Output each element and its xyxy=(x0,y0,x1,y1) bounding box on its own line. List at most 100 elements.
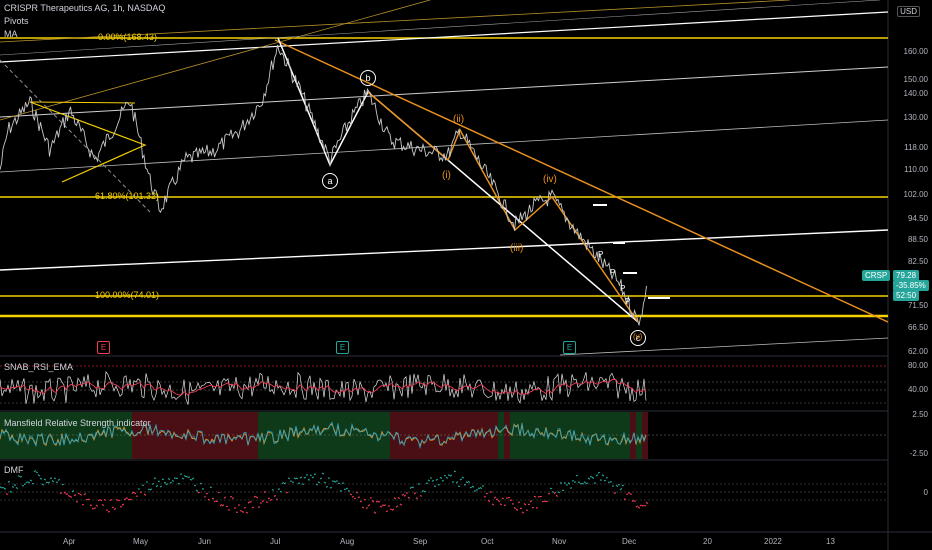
mansfield-band xyxy=(396,412,402,459)
mansfield-pane-title[interactable]: Mansfield Relative Strength indicator xyxy=(4,418,151,428)
mansfield-band xyxy=(312,412,318,459)
pivot-marker: P xyxy=(625,297,631,306)
price-axis-label: 110.00 xyxy=(904,165,928,174)
mansfield-band xyxy=(348,412,354,459)
channel-line-mid2[interactable] xyxy=(0,119,889,173)
channel-line-bottom[interactable] xyxy=(559,337,889,356)
wave-v-label: (v) xyxy=(633,332,643,341)
time-axis-label: Aug xyxy=(340,537,355,546)
triangle-upper[interactable] xyxy=(29,101,136,104)
mansfield-band xyxy=(510,412,516,459)
main-chart[interactable] xyxy=(0,0,932,550)
time-axis-label: 13 xyxy=(826,537,835,546)
mansfield-band xyxy=(318,412,324,459)
price-axis-label: 71.50 xyxy=(907,301,928,310)
mansfield-band xyxy=(300,412,306,459)
rsi-pane-title[interactable]: SNAB_RSI_EMA xyxy=(4,362,73,372)
rsi-axis-label: 80.00 xyxy=(907,361,928,370)
chart-window: CRISPR Therapeutics AG, 1h, NASDAQ Pivot… xyxy=(0,0,932,550)
wave-iii-label: (iii) xyxy=(510,243,524,254)
currency-badge[interactable]: USD xyxy=(897,6,920,17)
mansfield-band xyxy=(498,412,504,459)
channel-line-mid[interactable] xyxy=(0,66,889,118)
dmf-pane-title[interactable]: DMF xyxy=(4,465,24,475)
mansfield-band xyxy=(234,412,240,459)
fib-0-label: 0.00%(168.43) xyxy=(98,32,158,42)
time-axis-label: Jul xyxy=(270,537,281,546)
time-axis-label: 20 xyxy=(703,537,712,546)
price-axis-label: 102.00 xyxy=(903,190,928,199)
earnings-badge[interactable]: E xyxy=(336,341,349,354)
price-axis-label: 118.00 xyxy=(904,143,928,152)
indicator-pivots-label[interactable]: Pivots xyxy=(4,16,29,26)
indicator-ma-label[interactable]: MA xyxy=(4,29,18,39)
price-axis-label: 66.50 xyxy=(907,323,928,332)
time-axis-label: Oct xyxy=(481,537,494,546)
mansfield-band xyxy=(444,412,450,459)
fib-618-label: 61.80%(101.32) xyxy=(95,191,160,201)
dmf-series-line[interactable] xyxy=(0,469,625,494)
price-axis-label: 160.00 xyxy=(903,47,928,56)
mansfield-band xyxy=(516,412,522,459)
symbol-tag: CRSP xyxy=(862,270,891,281)
mansfield-band xyxy=(150,412,156,459)
chart-title: CRISPR Therapeutics AG, 1h, NASDAQ xyxy=(4,3,166,13)
pivot-marker: P xyxy=(620,284,626,293)
time-axis-label: Sep xyxy=(413,537,428,546)
mansfield-band xyxy=(360,412,366,459)
fib-100-label: 100.00%(74.01) xyxy=(95,290,160,300)
mansfield-band xyxy=(408,412,414,459)
mansfield-axis-label: -2.50 xyxy=(909,449,928,458)
mansfield-band xyxy=(354,412,360,459)
time-axis-label: Apr xyxy=(63,537,76,546)
mansfield-band xyxy=(474,412,480,459)
channel-line-lower[interactable] xyxy=(0,229,889,271)
price-axis-label: 82.50 xyxy=(907,257,928,266)
mansfield-axis-label: 2.50 xyxy=(912,410,928,419)
mansfield-band xyxy=(402,412,408,459)
mansfield-band xyxy=(246,412,252,459)
mansfield-band xyxy=(420,412,426,459)
mansfield-band xyxy=(324,412,330,459)
mansfield-band xyxy=(426,412,432,459)
price-axis-label: 130.00 xyxy=(903,113,928,122)
mansfield-band xyxy=(606,412,612,459)
mansfield-band xyxy=(534,412,540,459)
mansfield-band xyxy=(414,412,420,459)
earnings-badge[interactable]: E xyxy=(563,341,576,354)
time-axis-label: Nov xyxy=(552,537,567,546)
rsi-axis-label: 40.00 xyxy=(907,385,928,394)
pivot-marker: P xyxy=(598,250,604,259)
mansfield-band xyxy=(204,412,210,459)
dmf-axis-label: 0 xyxy=(923,488,928,497)
wave-a-label: a xyxy=(322,173,338,189)
wave-iv-label: (iv) xyxy=(543,174,557,185)
mansfield-band xyxy=(156,412,162,459)
mansfield-band xyxy=(330,412,336,459)
mansfield-band xyxy=(438,412,444,459)
mansfield-band xyxy=(504,412,510,459)
mansfield-band xyxy=(222,412,228,459)
earnings-badge[interactable]: E xyxy=(97,341,110,354)
mansfield-band xyxy=(522,412,528,459)
wave-b-label: b xyxy=(360,70,376,86)
wave-ii-label: (ii) xyxy=(453,114,465,125)
dashed-projection[interactable] xyxy=(0,59,151,213)
time-axis-label: Jun xyxy=(198,537,211,546)
mansfield-band xyxy=(210,412,216,459)
time-axis-label: May xyxy=(133,537,149,546)
mansfield-band xyxy=(642,412,648,459)
time-axis-label: Dec xyxy=(622,537,637,546)
mansfield-band xyxy=(636,412,642,459)
countdown-tag: 52:50 xyxy=(893,290,920,301)
time-axis-label: 2022 xyxy=(764,537,782,546)
pivot-marker: P xyxy=(610,268,616,277)
price-axis-label: 88.50 xyxy=(907,235,928,244)
price-axis-label: 140.00 xyxy=(903,89,928,98)
price-axis-label: 94.50 xyxy=(907,214,928,223)
mansfield-band xyxy=(162,412,168,459)
dmf-negative-line[interactable] xyxy=(5,490,649,514)
mansfield-band xyxy=(306,412,312,459)
mansfield-band xyxy=(198,412,204,459)
mansfield-band xyxy=(612,412,618,459)
